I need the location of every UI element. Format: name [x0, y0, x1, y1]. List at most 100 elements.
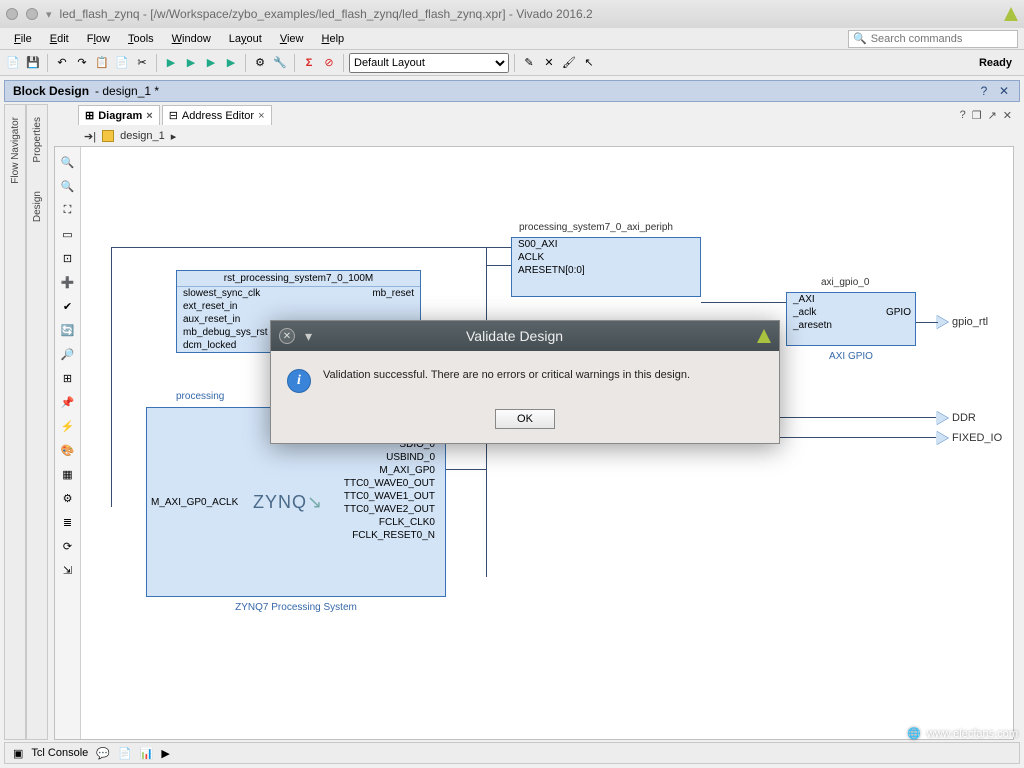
play-icon[interactable]: ▶: [202, 54, 220, 72]
tab-close-icon[interactable]: ×: [258, 110, 264, 122]
window-menu-icon[interactable]: ▾: [46, 8, 52, 21]
chip-icon[interactable]: ▦: [59, 465, 77, 483]
ext-port-gpio-rtl[interactable]: gpio_rtl: [936, 315, 988, 329]
console-icon[interactable]: ▣: [13, 747, 23, 760]
optimize-icon[interactable]: ⊞: [59, 369, 77, 387]
menu-tools[interactable]: Tools: [120, 31, 162, 47]
port-slowest-sync-clk[interactable]: slowest_sync_clk: [177, 287, 274, 300]
flow-navigator-tab[interactable]: Flow Navigator: [10, 111, 21, 190]
undo-icon[interactable]: ↶: [53, 54, 71, 72]
design-tab[interactable]: Design: [32, 185, 43, 228]
menu-layout[interactable]: Layout: [221, 31, 270, 47]
select-icon[interactable]: ▭: [59, 225, 77, 243]
help-icon[interactable]: ?: [977, 84, 991, 98]
menu-flow[interactable]: Flow: [79, 31, 118, 47]
dialog-close-icon[interactable]: ✕: [279, 328, 295, 344]
breadcrumb-root[interactable]: design_1: [120, 130, 165, 142]
search-icon[interactable]: 🔎: [59, 345, 77, 363]
properties-tab[interactable]: Properties: [32, 111, 43, 169]
export-icon[interactable]: ⇲: [59, 561, 77, 579]
port-s-axi[interactable]: _AXI: [787, 293, 838, 306]
port-mb-reset[interactable]: mb_reset: [366, 287, 420, 300]
port-mb-debug-sys-rst[interactable]: mb_debug_sys_rst: [177, 326, 274, 339]
port-fclk-clk0[interactable]: FCLK_CLK0: [338, 516, 441, 529]
port-s-axi-aresetn[interactable]: _aresetn: [787, 319, 838, 332]
port-aux-reset-in[interactable]: aux_reset_in: [177, 313, 274, 326]
port-usbind[interactable]: USBIND_0: [338, 451, 441, 464]
panel-close-icon[interactable]: ✕: [997, 84, 1011, 98]
copy-icon[interactable]: 📋: [93, 54, 111, 72]
refresh-icon[interactable]: ⟳: [59, 537, 77, 555]
ext-port-fixed-io[interactable]: FIXED_IO: [936, 431, 1002, 445]
zoom-fit-icon[interactable]: ⛶: [59, 201, 77, 219]
step-icon[interactable]: ▶: [222, 54, 240, 72]
help-icon[interactable]: ?: [960, 109, 966, 122]
clear-icon[interactable]: ✕: [540, 54, 558, 72]
brush-icon[interactable]: 🖌: [560, 54, 578, 72]
tab-address-editor[interactable]: ⊟ Address Editor ×: [162, 105, 272, 125]
port-s00-axi[interactable]: S00_AXI: [512, 238, 700, 251]
menu-edit[interactable]: Edit: [42, 31, 77, 47]
command-search[interactable]: 🔍: [848, 30, 1018, 48]
paste-icon[interactable]: 📄: [113, 54, 131, 72]
window-close-icon[interactable]: [6, 8, 18, 20]
messages-icon[interactable]: 💬: [96, 747, 110, 760]
maximize-icon[interactable]: ↗: [988, 109, 997, 122]
new-icon[interactable]: 📄: [4, 54, 22, 72]
fit-icon[interactable]: ⊡: [59, 249, 77, 267]
reports-icon[interactable]: 📊: [140, 747, 154, 760]
ok-button[interactable]: OK: [495, 409, 555, 429]
save-icon[interactable]: 💾: [24, 54, 42, 72]
tools-icon[interactable]: 🔧: [271, 54, 289, 72]
port-aclk[interactable]: ACLK: [512, 251, 700, 264]
menu-window[interactable]: Window: [164, 31, 219, 47]
pointer-icon[interactable]: ↖: [580, 54, 598, 72]
tab-close-icon[interactable]: ×: [146, 110, 152, 122]
dialog-menu-icon[interactable]: ▾: [305, 328, 312, 345]
design-runs-icon[interactable]: ▶: [161, 747, 169, 760]
port-m-axi-gp0-aclk[interactable]: M_AXI_GP0_ACLK: [151, 497, 238, 508]
block-axi-periph[interactable]: S00_AXI ACLK ARESETN[0:0]: [511, 237, 701, 297]
zoom-out-icon[interactable]: 🔍: [59, 177, 77, 195]
run-synth-icon[interactable]: ▶: [162, 54, 180, 72]
validate-icon[interactable]: ✔: [59, 297, 77, 315]
port-aresetn[interactable]: ARESETN[0:0]: [512, 264, 700, 277]
ext-port-ddr[interactable]: DDR: [936, 411, 976, 425]
tcl-console-tab[interactable]: Tcl Console: [31, 747, 88, 759]
window-min-icon[interactable]: [26, 8, 38, 20]
zoom-in-icon[interactable]: 🔍: [59, 153, 77, 171]
menu-help[interactable]: Help: [314, 31, 353, 47]
port-m-axi-gp0[interactable]: M_AXI_GP0: [338, 464, 441, 477]
gear-icon[interactable]: ⚙: [59, 489, 77, 507]
restore-icon[interactable]: ❐: [972, 109, 982, 122]
command-search-input[interactable]: [871, 33, 1013, 45]
regenerate-icon[interactable]: 🔄: [59, 321, 77, 339]
run-impl-icon[interactable]: ▶: [182, 54, 200, 72]
add-ip-icon[interactable]: ➕: [59, 273, 77, 291]
settings-icon[interactable]: ⚙: [251, 54, 269, 72]
port-ttc0-wave1[interactable]: TTC0_WAVE1_OUT: [338, 490, 441, 503]
highlight-icon[interactable]: ✎: [520, 54, 538, 72]
layers-icon[interactable]: ≣: [59, 513, 77, 531]
pin-icon[interactable]: 📌: [59, 393, 77, 411]
menu-file[interactable]: File: [6, 31, 40, 47]
port-ext-reset-in[interactable]: ext_reset_in: [177, 300, 274, 313]
close-icon[interactable]: ✕: [1003, 109, 1012, 122]
port-dcm-locked[interactable]: dcm_locked: [177, 339, 274, 352]
port-s-axi-aclk[interactable]: _aclk: [787, 306, 838, 319]
dialog-titlebar[interactable]: ✕ ▾ Validate Design: [271, 321, 779, 351]
layout-select[interactable]: Default Layout: [349, 53, 509, 73]
auto-icon[interactable]: ⚡: [59, 417, 77, 435]
color-icon[interactable]: 🎨: [59, 441, 77, 459]
redo-icon[interactable]: ↷: [73, 54, 91, 72]
cut-icon[interactable]: ✂: [133, 54, 151, 72]
breadcrumb-expand-icon[interactable]: ➔|: [84, 130, 96, 143]
port-ttc0-wave2[interactable]: TTC0_WAVE2_OUT: [338, 503, 441, 516]
port-fclk-reset0-n[interactable]: FCLK_RESET0_N: [338, 529, 441, 542]
cancel-icon[interactable]: ⊘: [320, 54, 338, 72]
block-axi-gpio[interactable]: _AXI _aclk _aresetn GPIO AXI GPIO: [786, 292, 916, 346]
tab-diagram[interactable]: ⊞ Diagram ×: [78, 105, 160, 125]
log-icon[interactable]: 📄: [118, 747, 132, 760]
sigma-icon[interactable]: Σ: [300, 54, 318, 72]
menu-view[interactable]: View: [272, 31, 312, 47]
